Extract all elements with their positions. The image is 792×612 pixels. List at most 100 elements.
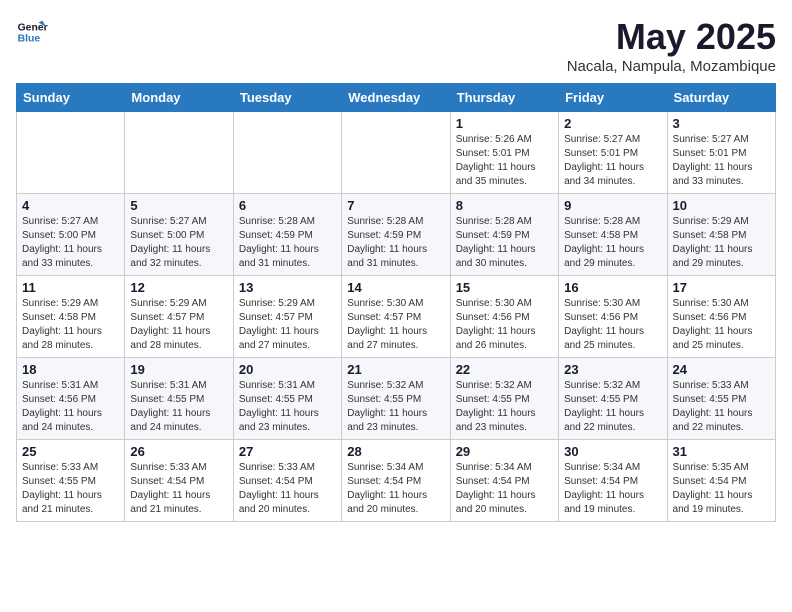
day-cell: 12Sunrise: 5:29 AMSunset: 4:57 PMDayligh… — [125, 276, 233, 358]
day-detail: Sunrise: 5:31 AMSunset: 4:56 PMDaylight:… — [22, 379, 119, 435]
day-cell: 23 Sunrise: 5:32 AMSunset: 4:55 PMDayligh… — [559, 358, 667, 440]
calendar-table: SundayMondayTuesdayWednesdayThursdayFrid… — [16, 83, 776, 522]
day-detail: Sunrise: 5:34 AMSunset: 4:54 PMDaylight:… — [347, 461, 444, 517]
day-number: 9 — [564, 198, 661, 213]
subtitle: Nacala, Nampula, Mozambique — [567, 58, 776, 75]
day-detail: Sunrise: 5:33 AMSunset: 4:55 PMDaylight:… — [22, 461, 119, 517]
day-cell: 2 Sunrise: 5:27 AMSunset: 5:01 PMDaylight… — [559, 112, 667, 194]
day-number: 23 — [564, 362, 661, 377]
header: General Blue May 2025 Nacala, Nampula, M… — [16, 16, 776, 75]
day-detail: Sunrise: 5:28 AMSunset: 4:59 PMDaylight:… — [456, 215, 553, 271]
day-cell: 25 Sunrise: 5:33 AMSunset: 4:55 PMDayligh… — [17, 440, 125, 522]
day-number: 5 — [130, 198, 227, 213]
weekday-header-wednesday: Wednesday — [342, 84, 450, 112]
day-detail: Sunrise: 5:33 AMSunset: 4:54 PMDaylight:… — [130, 461, 227, 517]
day-number: 12 — [130, 280, 227, 295]
day-number: 13 — [239, 280, 336, 295]
month-title: May 2025 — [567, 16, 776, 58]
day-cell: 29 Sunrise: 5:34 AMSunset: 4:54 PMDayligh… — [450, 440, 558, 522]
day-number: 4 — [22, 198, 119, 213]
logo: General Blue — [16, 16, 48, 48]
day-cell: 17Sunrise: 5:30 AMSunset: 4:56 PMDayligh… — [667, 276, 775, 358]
day-detail: Sunrise: 5:31 AMSunset: 4:55 PMDaylight:… — [130, 379, 227, 435]
title-area: May 2025 Nacala, Nampula, Mozambique — [567, 16, 776, 75]
day-detail: Sunrise: 5:34 AMSunset: 4:54 PMDaylight:… — [456, 461, 553, 517]
day-cell: 19 Sunrise: 5:31 AMSunset: 4:55 PMDayligh… — [125, 358, 233, 440]
day-cell: 6 Sunrise: 5:28 AMSunset: 4:59 PMDaylight… — [233, 194, 341, 276]
day-number: 6 — [239, 198, 336, 213]
day-cell: 11 Sunrise: 5:29 AMSunset: 4:58 PMDayligh… — [17, 276, 125, 358]
day-number: 29 — [456, 444, 553, 459]
day-detail: Sunrise: 5:30 AMSunset: 4:57 PMDaylight:… — [347, 297, 444, 353]
week-row-5: 25 Sunrise: 5:33 AMSunset: 4:55 PMDayligh… — [17, 440, 776, 522]
day-detail: Sunrise: 5:27 AMSunset: 5:00 PMDaylight:… — [130, 215, 227, 271]
day-detail: Sunrise: 5:32 AMSunset: 4:55 PMDaylight:… — [564, 379, 661, 435]
day-detail: Sunrise: 5:29 AMSunset: 4:57 PMDaylight:… — [239, 297, 336, 353]
day-cell — [342, 112, 450, 194]
week-row-2: 4 Sunrise: 5:27 AMSunset: 5:00 PMDaylight… — [17, 194, 776, 276]
day-cell: 10Sunrise: 5:29 AMSunset: 4:58 PMDayligh… — [667, 194, 775, 276]
day-number: 15 — [456, 280, 553, 295]
weekday-header-friday: Friday — [559, 84, 667, 112]
day-number: 1 — [456, 116, 553, 131]
day-number: 8 — [456, 198, 553, 213]
day-number: 14 — [347, 280, 444, 295]
weekday-header-thursday: Thursday — [450, 84, 558, 112]
day-detail: Sunrise: 5:32 AMSunset: 4:55 PMDaylight:… — [456, 379, 553, 435]
day-cell: 20Sunrise: 5:31 AMSunset: 4:55 PMDayligh… — [233, 358, 341, 440]
day-detail: Sunrise: 5:31 AMSunset: 4:55 PMDaylight:… — [239, 379, 336, 435]
day-number: 31 — [673, 444, 770, 459]
day-number: 2 — [564, 116, 661, 131]
day-cell: 18 Sunrise: 5:31 AMSunset: 4:56 PMDayligh… — [17, 358, 125, 440]
day-cell: 1 Sunrise: 5:26 AMSunset: 5:01 PMDaylight… — [450, 112, 558, 194]
day-cell: 21Sunrise: 5:32 AMSunset: 4:55 PMDayligh… — [342, 358, 450, 440]
day-cell — [125, 112, 233, 194]
day-cell — [17, 112, 125, 194]
day-cell: 7Sunrise: 5:28 AMSunset: 4:59 PMDaylight… — [342, 194, 450, 276]
week-row-4: 18 Sunrise: 5:31 AMSunset: 4:56 PMDayligh… — [17, 358, 776, 440]
day-number: 30 — [564, 444, 661, 459]
day-cell: 27Sunrise: 5:33 AMSunset: 4:54 PMDayligh… — [233, 440, 341, 522]
day-detail: Sunrise: 5:28 AMSunset: 4:59 PMDaylight:… — [239, 215, 336, 271]
logo-icon: General Blue — [16, 16, 48, 48]
day-number: 11 — [22, 280, 119, 295]
day-cell: 13 Sunrise: 5:29 AMSunset: 4:57 PMDayligh… — [233, 276, 341, 358]
day-cell: 28 Sunrise: 5:34 AMSunset: 4:54 PMDayligh… — [342, 440, 450, 522]
day-detail: Sunrise: 5:35 AMSunset: 4:54 PMDaylight:… — [673, 461, 770, 517]
day-cell: 4 Sunrise: 5:27 AMSunset: 5:00 PMDaylight… — [17, 194, 125, 276]
weekday-header-monday: Monday — [125, 84, 233, 112]
day-cell: 3 Sunrise: 5:27 AMSunset: 5:01 PMDaylight… — [667, 112, 775, 194]
day-detail: Sunrise: 5:27 AMSunset: 5:01 PMDaylight:… — [564, 133, 661, 189]
day-detail: Sunrise: 5:29 AMSunset: 4:58 PMDaylight:… — [673, 215, 770, 271]
day-cell: 22 Sunrise: 5:32 AMSunset: 4:55 PMDayligh… — [450, 358, 558, 440]
day-cell: 30Sunrise: 5:34 AMSunset: 4:54 PMDayligh… — [559, 440, 667, 522]
weekday-header-sunday: Sunday — [17, 84, 125, 112]
day-detail: Sunrise: 5:27 AMSunset: 5:00 PMDaylight:… — [22, 215, 119, 271]
weekday-header-row: SundayMondayTuesdayWednesdayThursdayFrid… — [17, 84, 776, 112]
day-number: 26 — [130, 444, 227, 459]
day-cell: 31 Sunrise: 5:35 AMSunset: 4:54 PMDayligh… — [667, 440, 775, 522]
day-number: 24 — [673, 362, 770, 377]
day-detail: Sunrise: 5:30 AMSunset: 4:56 PMDaylight:… — [456, 297, 553, 353]
weekday-header-saturday: Saturday — [667, 84, 775, 112]
day-detail: Sunrise: 5:33 AMSunset: 4:54 PMDaylight:… — [239, 461, 336, 517]
day-detail: Sunrise: 5:27 AMSunset: 5:01 PMDaylight:… — [673, 133, 770, 189]
day-number: 22 — [456, 362, 553, 377]
week-row-1: 1 Sunrise: 5:26 AMSunset: 5:01 PMDaylight… — [17, 112, 776, 194]
day-detail: Sunrise: 5:28 AMSunset: 4:58 PMDaylight:… — [564, 215, 661, 271]
day-number: 16 — [564, 280, 661, 295]
day-number: 18 — [22, 362, 119, 377]
day-detail: Sunrise: 5:26 AMSunset: 5:01 PMDaylight:… — [456, 133, 553, 189]
day-number: 25 — [22, 444, 119, 459]
week-row-3: 11 Sunrise: 5:29 AMSunset: 4:58 PMDayligh… — [17, 276, 776, 358]
day-number: 19 — [130, 362, 227, 377]
day-number: 3 — [673, 116, 770, 131]
day-detail: Sunrise: 5:32 AMSunset: 4:55 PMDaylight:… — [347, 379, 444, 435]
day-cell: 5 Sunrise: 5:27 AMSunset: 5:00 PMDaylight… — [125, 194, 233, 276]
day-detail: Sunrise: 5:33 AMSunset: 4:55 PMDaylight:… — [673, 379, 770, 435]
day-number: 7 — [347, 198, 444, 213]
weekday-header-tuesday: Tuesday — [233, 84, 341, 112]
day-detail: Sunrise: 5:29 AMSunset: 4:58 PMDaylight:… — [22, 297, 119, 353]
day-number: 28 — [347, 444, 444, 459]
day-cell — [233, 112, 341, 194]
